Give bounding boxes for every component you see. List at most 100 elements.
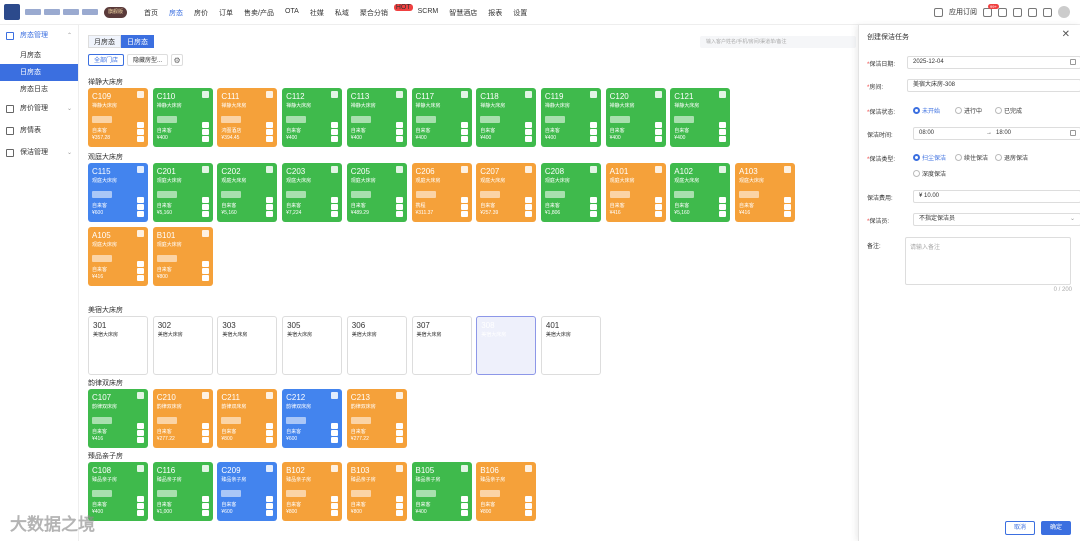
room-card[interactable]: C213 韵律双床房 自来客 ¥277.22 <box>346 389 407 448</box>
top-nav-item[interactable]: SCRM <box>418 8 439 18</box>
app-subscription-link[interactable]: 应用订阅 <box>949 7 977 17</box>
clean-icon[interactable] <box>137 465 144 472</box>
type-radio-deep[interactable]: 深度保洁 <box>913 169 946 178</box>
top-nav-item[interactable]: 房态 <box>169 8 183 18</box>
sidebar-item[interactable]: 日房态 <box>0 64 78 81</box>
staff-select[interactable]: 不指定保洁员 ⌄ <box>913 213 1080 226</box>
top-nav-item[interactable]: 智慧酒店 <box>449 8 477 18</box>
sidebar-item[interactable]: 月房态 <box>0 47 78 64</box>
clean-icon[interactable] <box>331 392 339 399</box>
confirm-button[interactable]: 确定 <box>1041 521 1072 535</box>
room-card[interactable]: 401 美宿大床房 <box>540 316 601 375</box>
close-icon[interactable]: ✕ <box>1062 29 1070 40</box>
edit-icon[interactable] <box>1013 7 1022 17</box>
room-card[interactable]: A101 观庭大床房 自来客 ¥416 <box>605 163 666 222</box>
room-card[interactable]: C116 臻品亲子房 自来客 ¥1,000 <box>152 462 213 521</box>
clean-icon[interactable] <box>201 465 209 472</box>
cancel-button[interactable]: 取消 <box>1005 521 1036 535</box>
sidebar-group[interactable]: 保洁管理 ⌄ <box>0 142 78 164</box>
room-card[interactable]: 301 美宿大床房 <box>88 316 148 375</box>
top-nav-item[interactable]: 房价 <box>194 8 208 18</box>
room-card[interactable]: C107 韵律双床房 自来客 ¥416 <box>88 389 148 448</box>
top-nav-item[interactable]: 首页 <box>144 8 158 18</box>
sidebar-item[interactable]: 房态日志 <box>0 81 78 98</box>
clean-icon[interactable] <box>395 392 403 399</box>
clean-icon[interactable] <box>525 91 533 98</box>
room-card[interactable]: 308 美宿大床房 <box>476 316 537 375</box>
room-card[interactable]: C110 禅静大床房 自来客 ¥400 <box>152 88 213 147</box>
top-nav-item[interactable]: 设置 <box>513 8 527 18</box>
time-start[interactable]: 08:00 <box>919 130 934 136</box>
room-card[interactable]: C109 禅静大床房 自来客 ¥357.28 <box>88 88 148 147</box>
clean-icon[interactable] <box>589 91 597 98</box>
clean-icon[interactable] <box>525 465 533 472</box>
clean-icon[interactable] <box>719 91 727 98</box>
sidebar-group[interactable]: 房态管理 ⌃ <box>0 25 78 47</box>
room-card[interactable]: B102 臻品亲子房 自来客 ¥800 <box>282 462 343 521</box>
top-nav-item[interactable]: 私域 <box>335 8 349 18</box>
tab-month-status[interactable]: 月房态 <box>88 35 121 48</box>
top-nav-item[interactable]: OTA <box>285 8 299 18</box>
clean-icon[interactable] <box>331 91 339 98</box>
fee-field[interactable]: ¥ 10.00 <box>913 190 1080 203</box>
clean-icon[interactable] <box>201 91 209 98</box>
clean-icon[interactable] <box>654 91 662 98</box>
all-stores-filter[interactable]: 全部门店 <box>88 54 125 66</box>
room-card[interactable]: C201 观庭大床房 自来客 ¥5,160 <box>152 163 213 222</box>
room-card[interactable]: B106 臻品亲子房 自来客 ¥800 <box>476 462 537 521</box>
room-card[interactable]: C207 观庭大床房 自来客 ¥257.39 <box>476 163 537 222</box>
room-card[interactable]: B103 臻品亲子房 自来客 ¥800 <box>346 462 407 521</box>
room-card[interactable]: C206 观庭大床房 携程 ¥311.37 <box>411 163 472 222</box>
room-card[interactable]: 307 美宿大床房 <box>411 316 472 375</box>
room-card[interactable]: 305 美宿大床房 <box>282 316 343 375</box>
settings-icon[interactable]: ⚙ <box>171 54 184 66</box>
clean-icon[interactable] <box>266 465 274 472</box>
room-card[interactable]: C111 禅静大床房 鸿图酒店 ¥394.45 <box>217 88 278 147</box>
room-card[interactable]: C203 观庭大床房 自来客 ¥7,224 <box>282 163 343 222</box>
room-card[interactable]: 302 美宿大床房 <box>152 316 213 375</box>
top-nav-item[interactable]: 报表 <box>488 8 502 18</box>
clean-icon[interactable] <box>137 166 144 173</box>
grid-icon[interactable] <box>934 7 943 17</box>
tab-day-status[interactable]: 日房态 <box>121 35 154 48</box>
room-card[interactable]: C119 禅静大床房 自来客 ¥400 <box>540 88 601 147</box>
room-card[interactable]: A102 观庭大床房 自来客 ¥5,160 <box>670 163 731 222</box>
clean-icon[interactable] <box>460 465 468 472</box>
room-card[interactable]: C117 禅静大床房 自来客 ¥400 <box>411 88 472 147</box>
clean-icon[interactable] <box>525 166 533 173</box>
clean-icon[interactable] <box>201 230 209 237</box>
room-card[interactable]: C113 禅静大床房 自来客 ¥400 <box>346 88 407 147</box>
clean-icon[interactable] <box>137 392 144 399</box>
room-card[interactable]: C205 观庭大床房 自来客 ¥489.29 <box>346 163 407 222</box>
room-card[interactable]: A105 观庭大床房 自来客 ¥416 <box>88 227 148 286</box>
type-radio-stayover[interactable]: 续住保洁 <box>955 153 988 162</box>
room-card[interactable]: C108 臻品亲子房 自来客 ¥400 <box>88 462 148 521</box>
top-nav-item[interactable]: 售卖/产品 <box>244 8 274 18</box>
clean-icon[interactable] <box>266 91 274 98</box>
clean-icon[interactable] <box>201 166 209 173</box>
clean-icon[interactable] <box>395 91 403 98</box>
clean-icon[interactable] <box>719 166 727 173</box>
top-nav-item[interactable]: 聚合分销HOT <box>360 4 413 18</box>
room-card[interactable]: C112 禅静大床房 自来客 ¥400 <box>282 88 343 147</box>
clean-icon[interactable] <box>460 166 468 173</box>
room-card[interactable]: C120 禅静大床房 自来客 ¥400 <box>605 88 666 147</box>
clean-icon[interactable] <box>395 166 403 173</box>
room-card[interactable]: C211 韵律双床房 自来客 ¥800 <box>217 389 278 448</box>
room-card[interactable]: C209 臻品亲子房 自来客 ¥600 <box>217 462 278 521</box>
clean-icon[interactable] <box>137 91 144 98</box>
room-card[interactable]: C212 韵律双床房 自来客 ¥600 <box>282 389 343 448</box>
message-icon[interactable]: 99+ <box>983 3 999 17</box>
clean-icon[interactable] <box>266 166 274 173</box>
sidebar-group[interactable]: 房情表 <box>0 120 78 142</box>
bell-icon[interactable] <box>1043 7 1052 17</box>
top-nav-item[interactable]: 社媒 <box>310 8 324 18</box>
note-textarea[interactable]: 请输入备注 <box>905 237 1071 285</box>
avatar[interactable] <box>1058 6 1070 18</box>
room-field[interactable]: 美宿大床房-308 <box>907 79 1080 92</box>
room-card[interactable]: B101 观庭大床房 自来客 ¥800 <box>152 227 213 286</box>
room-card[interactable]: C115 观庭大床房 自来客 ¥600 <box>88 163 148 222</box>
clean-icon[interactable] <box>266 392 274 399</box>
clean-icon[interactable] <box>589 166 597 173</box>
clean-icon[interactable] <box>137 230 144 237</box>
